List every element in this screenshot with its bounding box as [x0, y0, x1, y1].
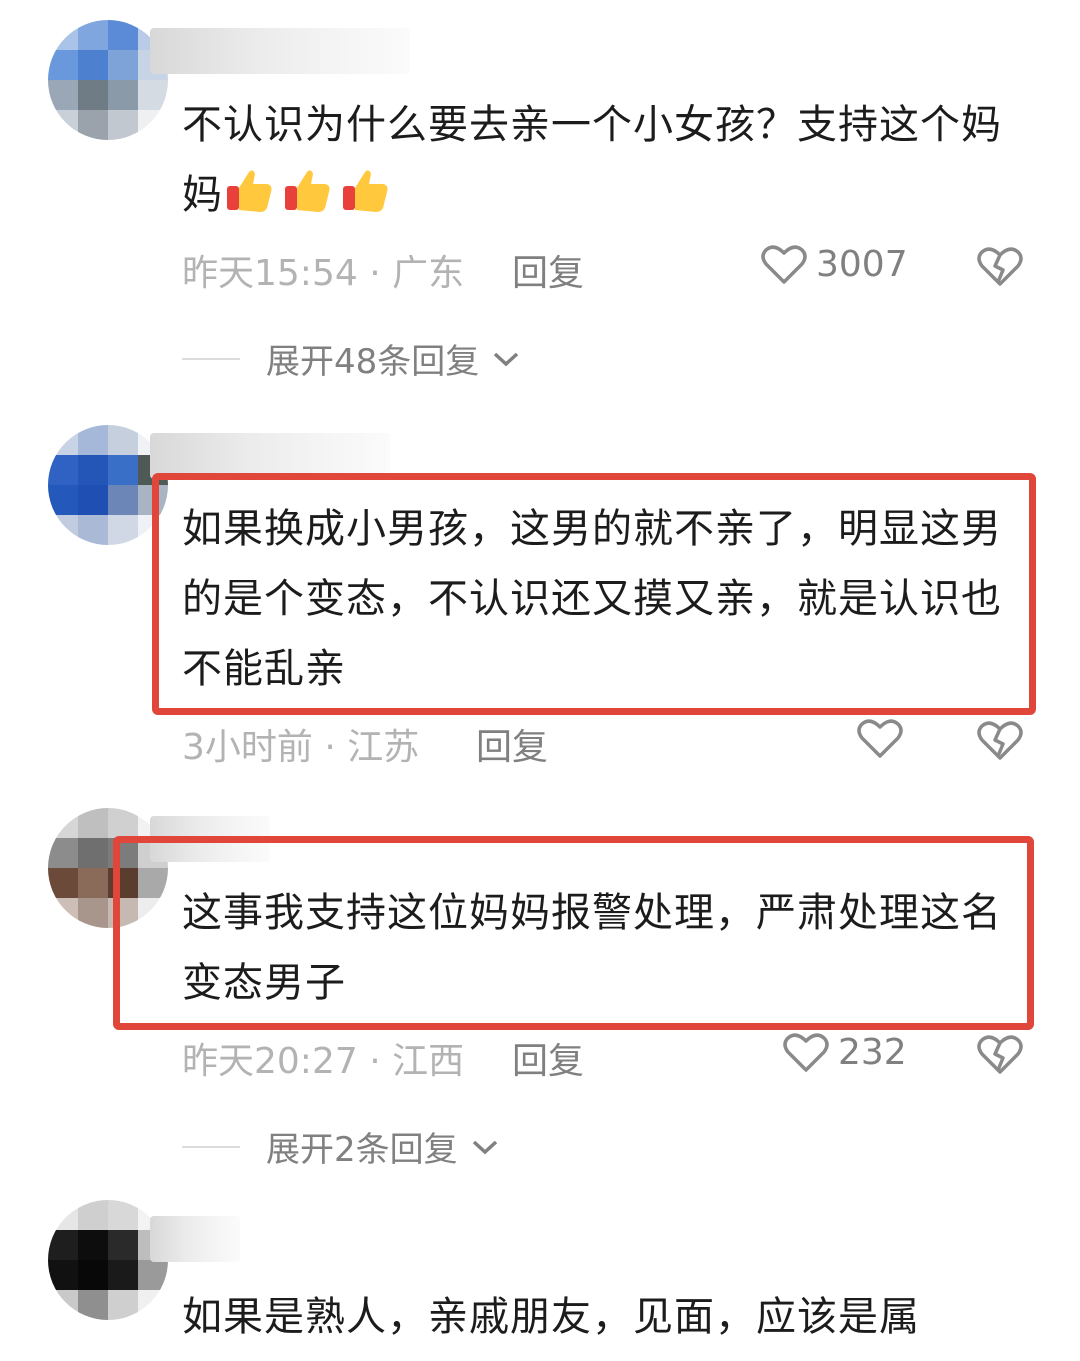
divider-line: [182, 1145, 240, 1148]
comment-text: 如果是熟人，亲戚朋友，见面，应该是属: [182, 1294, 920, 1340]
dislike-button[interactable]: [976, 1032, 1024, 1080]
like-button[interactable]: 232: [782, 1030, 907, 1074]
username-blurred[interactable]: [150, 28, 410, 74]
expand-replies-button[interactable]: 展开48条回复: [182, 334, 521, 383]
broken-heart-icon: [977, 1035, 1023, 1074]
like-button[interactable]: [856, 716, 904, 760]
reply-button[interactable]: 回复: [476, 718, 548, 770]
comment-text: 如果换成小男孩，这男的就不亲了，明显这男的是个变态，不认识还又摸又亲，就是认识也…: [182, 506, 1002, 692]
broken-heart-icon: [977, 247, 1023, 286]
dislike-button[interactable]: [976, 718, 1024, 766]
comment-time-location: 3小时前 · 江苏: [182, 727, 420, 768]
like-count: 232: [838, 1031, 907, 1073]
chevron-down-icon: [472, 1140, 497, 1154]
expand-replies-button[interactable]: 展开2条回复: [182, 1122, 500, 1171]
reply-button[interactable]: 回复: [512, 1032, 584, 1084]
expand-replies-label: 展开48条回复: [266, 342, 480, 382]
thumbs-up-emoji: [339, 170, 397, 218]
comment-text: 这事我支持这位妈妈报警处理，严肃处理这名变态男子: [182, 890, 1002, 1006]
broken-heart-icon: [977, 721, 1023, 760]
thumbs-up-emoji: [281, 170, 339, 218]
reply-button[interactable]: 回复: [512, 244, 584, 296]
chevron-down-icon: [494, 352, 519, 366]
heart-icon: [783, 1033, 829, 1072]
dislike-button[interactable]: [976, 244, 1024, 292]
comment-text: 不认识为什么要去亲一个小女孩？支持这个妈妈: [182, 102, 1002, 218]
comment-time-location: 昨天15:54 · 广东: [182, 253, 465, 294]
divider-line: [182, 357, 240, 360]
username-blurred[interactable]: [150, 1216, 240, 1262]
thumbs-up-emoji: [223, 170, 281, 218]
like-count: 3007: [816, 243, 908, 285]
heart-icon: [857, 719, 903, 758]
like-button[interactable]: 3007: [760, 242, 908, 286]
heart-icon: [761, 245, 807, 284]
expand-replies-label: 展开2条回复: [266, 1130, 458, 1170]
comment-time-location: 昨天20:27 · 江西: [182, 1041, 465, 1082]
